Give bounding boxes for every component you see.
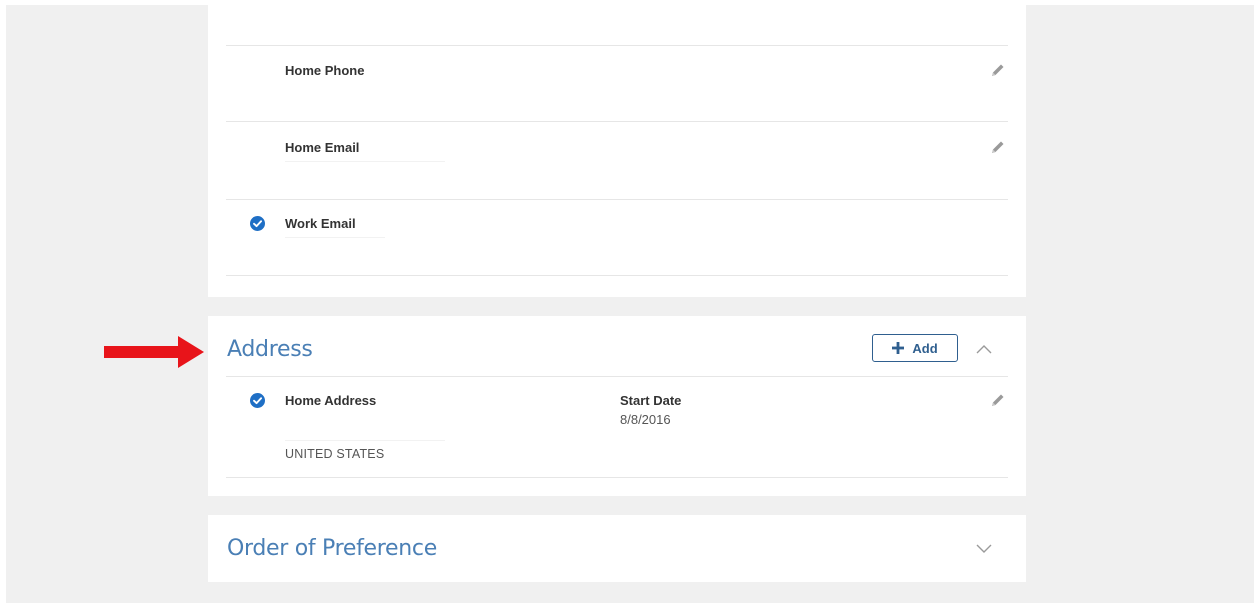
primary-check-icon <box>250 393 265 408</box>
contact-info-card: Home Phone Home Email Work Email <box>208 5 1026 297</box>
redacted-value <box>285 440 445 441</box>
address-section-title: Address <box>227 337 313 362</box>
edit-home-address-pencil-icon[interactable] <box>990 392 1006 408</box>
expand-chevron-down-icon[interactable] <box>975 542 993 554</box>
start-date-label: Start Date <box>620 393 682 408</box>
redacted-value <box>285 161 445 162</box>
order-of-preference-title: Order of Preference <box>227 536 437 561</box>
plus-icon <box>892 342 905 354</box>
home-address-label: Home Address <box>285 393 377 408</box>
collapse-chevron-up-icon[interactable] <box>975 343 993 355</box>
row-divider <box>226 275 1008 276</box>
primary-check-icon <box>250 216 265 231</box>
section-header-divider <box>226 376 1008 377</box>
red-arrow-icon <box>104 336 204 368</box>
row-divider <box>226 477 1008 478</box>
edit-home-phone-pencil-icon[interactable] <box>990 62 1006 78</box>
address-country: UNITED STATES <box>285 447 385 461</box>
home-email-label: Home Email <box>285 140 360 155</box>
add-address-button[interactable]: Add <box>872 334 958 362</box>
start-date-value: 8/8/2016 <box>620 412 671 427</box>
address-card: Address Add Home Address UNITED STATES S… <box>208 316 1026 496</box>
add-button-label: Add <box>912 340 938 356</box>
row-divider <box>226 45 1008 46</box>
edit-home-email-pencil-icon[interactable] <box>990 139 1006 155</box>
row-divider <box>226 121 1008 122</box>
home-phone-label: Home Phone <box>285 63 365 78</box>
order-of-preference-card[interactable]: Order of Preference <box>208 515 1026 582</box>
work-email-label: Work Email <box>285 216 356 231</box>
redacted-value <box>285 237 385 238</box>
row-divider <box>226 199 1008 200</box>
